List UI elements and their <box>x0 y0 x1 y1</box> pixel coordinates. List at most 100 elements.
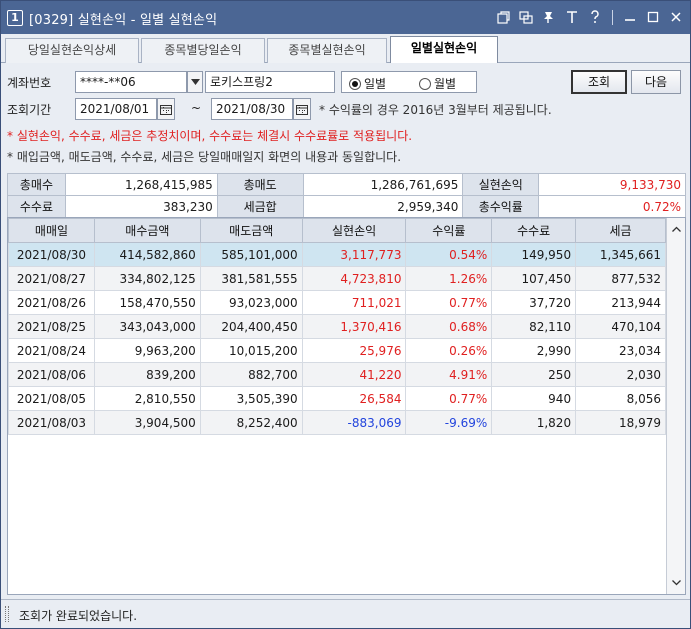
cell-return-rate: 0.77% <box>405 386 493 411</box>
realized-pnl-label: 실현손익 <box>462 173 540 196</box>
cell-buy-amount: 2,810,550 <box>93 386 201 411</box>
help-icon[interactable] <box>587 9 603 25</box>
pin-icon[interactable] <box>541 9 557 25</box>
grid-header-row: 매매일 매수금액 매도금액 실현손익 수익률 수수료 세금 <box>8 218 666 243</box>
cell-buy-amount: 334,802,125 <box>93 266 201 291</box>
summary-row: 수수료 383,230 세금합 2,959,340 총수익률 0.72% <box>7 195 686 218</box>
table-row[interactable]: 2021/08/24 9,963,200 10,015,200 25,976 0.26%… <box>8 338 666 363</box>
daily-pnl-table: 매매일 매수금액 매도금액 실현손익 수익률 수수료 세금 2021/08/30… <box>8 218 666 435</box>
column-header-fee[interactable]: 수수료 <box>491 218 577 243</box>
tab-stock-realized-pnl[interactable]: 종목별실현손익 <box>267 38 387 63</box>
chevron-down-icon <box>671 580 681 586</box>
date-from-calendar-button[interactable] <box>157 98 175 120</box>
table-row[interactable]: 2021/08/27 334,802,125 381,581,555 4,723,81… <box>8 266 666 291</box>
cell-fee: 940 <box>491 386 577 411</box>
link-window-icon[interactable] <box>518 9 534 25</box>
table-row[interactable]: 2021/08/06 839,200 882,700 41,220 4.91% 250 2,… <box>8 362 666 387</box>
chevron-down-icon <box>190 79 200 85</box>
date-from-field[interactable]: 2021/08/01 <box>75 98 157 120</box>
tab-daily-realized-detail[interactable]: 당일실현손익상세 <box>5 38 139 63</box>
cell-buy-amount: 414,582,860 <box>93 242 201 267</box>
cell-sell-amount: 3,505,390 <box>199 386 303 411</box>
account-label: 계좌번호 <box>7 76 52 90</box>
column-header-tax[interactable]: 세금 <box>575 218 666 243</box>
cell-tax: 8,056 <box>575 386 666 411</box>
radio-daily[interactable]: 일별 <box>349 75 386 92</box>
table-row[interactable]: 2021/08/03 3,904,500 8,252,400 -883,069 -9.6… <box>8 410 666 435</box>
close-icon[interactable] <box>668 9 684 25</box>
date-to-field[interactable]: 2021/08/30 <box>211 98 293 120</box>
table-row[interactable]: 2021/08/25 343,043,000 204,400,450 1,370,41… <box>8 314 666 339</box>
cell-sell-amount: 204,400,450 <box>199 314 303 339</box>
realized-pnl-value: 9,133,730 <box>538 173 686 196</box>
column-header-return-rate[interactable]: 수익률 <box>405 218 493 243</box>
total-return-label: 총수익률 <box>462 195 540 218</box>
total-buy-value: 1,268,415,985 <box>64 173 218 196</box>
table-row[interactable]: 2021/08/30 414,582,860 585,101,000 3,117,77… <box>8 242 666 267</box>
date-to-calendar-button[interactable] <box>293 98 311 120</box>
fee-value: 383,230 <box>64 195 218 218</box>
cell-realized-pnl: -883,069 <box>301 410 407 435</box>
next-button[interactable]: 다음 <box>631 70 681 94</box>
tab-stock-daily-pnl[interactable]: 종목별당일손익 <box>141 38 265 63</box>
realized-pnl-window: 1 [0329] 실현손익 - 일별 실현손익 당일실현손익상세 종목별당일손익… <box>0 0 691 629</box>
title-bar-controls <box>495 7 684 27</box>
cell-sell-amount: 8,252,400 <box>199 410 303 435</box>
cell-date: 2021/08/30 <box>8 242 95 267</box>
query-panel: 계좌번호 ****-**06 로키스프링2 일별 월별 조회 다음 조회기간 2… <box>1 63 690 169</box>
cell-tax: 1,345,661 <box>575 242 666 267</box>
estimate-notice: * 실현손익, 수수료, 세금은 추정치이며, 수수료는 체결시 수수료률로 적… <box>7 129 413 143</box>
status-bar: 조회가 완료되었습니다. <box>1 599 690 628</box>
cell-date: 2021/08/26 <box>8 290 95 315</box>
cell-fee: 82,110 <box>491 314 577 339</box>
account-number-field[interactable]: ****-**06 <box>75 71 187 93</box>
grid-body: 2021/08/30 414,582,860 585,101,000 3,117,77… <box>8 242 666 435</box>
search-button[interactable]: 조회 <box>571 70 627 94</box>
column-header-date[interactable]: 매매일 <box>8 218 95 243</box>
fee-label: 수수료 <box>7 195 66 218</box>
cell-realized-pnl: 26,584 <box>301 386 407 411</box>
daily-pnl-grid[interactable]: 매매일 매수금액 매도금액 실현손익 수익률 수수료 세금 2021/08/30… <box>7 217 686 595</box>
cell-return-rate: -9.69% <box>405 410 493 435</box>
title-bar-divider <box>612 9 613 25</box>
total-sell-value: 1,286,761,695 <box>302 173 464 196</box>
radio-monthly[interactable]: 월별 <box>419 75 456 92</box>
summary-table: 총매수 1,268,415,985 총매도 1,286,761,695 실현손익… <box>7 173 686 218</box>
tax-value: 2,959,340 <box>302 195 464 218</box>
rate-notice: * 수익률의 경우 2016년 3월부터 제공됩니다. <box>319 103 552 117</box>
period-type-radio-group: 일별 월별 <box>341 71 477 93</box>
status-grip-icon <box>5 606 9 622</box>
cell-date: 2021/08/25 <box>8 314 95 339</box>
column-header-realized-pnl[interactable]: 실현손익 <box>301 218 407 243</box>
cell-tax: 470,104 <box>575 314 666 339</box>
title-bar[interactable]: 1 [0329] 실현손익 - 일별 실현손익 <box>1 1 690 34</box>
vertical-scrollbar[interactable] <box>666 218 685 594</box>
cell-fee: 250 <box>491 362 577 387</box>
restore-layout-icon[interactable] <box>495 9 511 25</box>
cell-date: 2021/08/24 <box>8 338 95 363</box>
cell-tax: 23,034 <box>575 338 666 363</box>
font-size-icon[interactable] <box>564 9 580 25</box>
cell-sell-amount: 882,700 <box>199 362 303 387</box>
cell-realized-pnl: 25,976 <box>301 338 407 363</box>
column-header-sell-amount[interactable]: 매도금액 <box>199 218 303 243</box>
table-row[interactable]: 2021/08/26 158,470,550 93,023,000 711,021 0.… <box>8 290 666 315</box>
table-row[interactable]: 2021/08/05 2,810,550 3,505,390 26,584 0.77% 9… <box>8 386 666 411</box>
cell-fee: 1,820 <box>491 410 577 435</box>
date-separator: ~ <box>191 101 202 115</box>
minimize-icon[interactable] <box>622 9 638 25</box>
period-label: 조회기간 <box>7 103 52 117</box>
account-name-field: 로키스프링2 <box>205 71 335 93</box>
maximize-icon[interactable] <box>645 9 661 25</box>
window-number-badge: 1 <box>7 10 23 26</box>
cell-return-rate: 0.68% <box>405 314 493 339</box>
column-header-buy-amount[interactable]: 매수금액 <box>93 218 201 243</box>
tab-daily-realized-pnl[interactable]: 일별실현손익 <box>390 36 498 64</box>
scroll-up-button[interactable] <box>667 218 685 240</box>
summary-row: 총매수 1,268,415,985 총매도 1,286,761,695 실현손익… <box>7 173 686 196</box>
calendar-icon <box>160 104 172 115</box>
cell-fee: 149,950 <box>491 242 577 267</box>
scroll-down-button[interactable] <box>667 572 685 594</box>
account-dropdown-button[interactable] <box>187 71 203 93</box>
tax-label: 세금합 <box>216 195 304 218</box>
